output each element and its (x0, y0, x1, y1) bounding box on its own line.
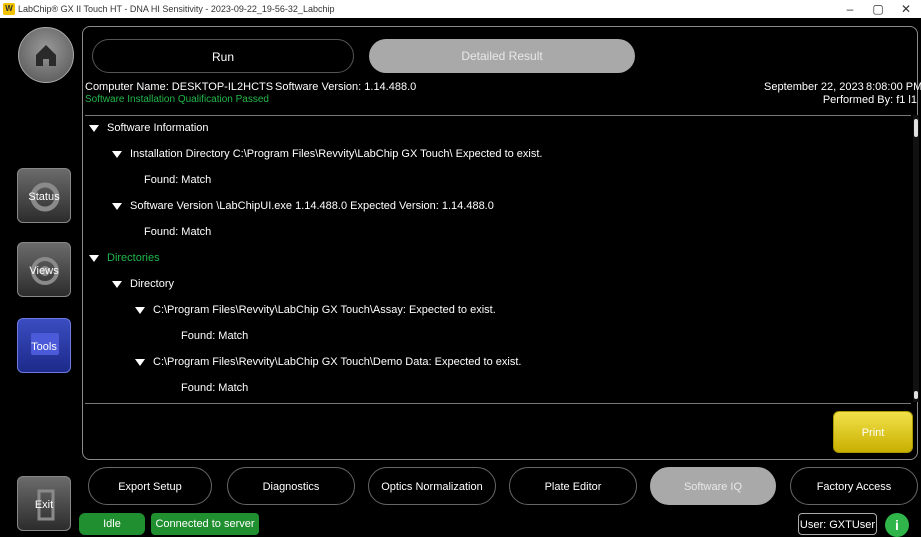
performed-by: Performed By: f1 l1 (822, 94, 917, 106)
tree-node-found: Found: Match (144, 226, 212, 238)
expand-triangle-icon[interactable] (112, 150, 122, 158)
tree-node-found: Found: Match (144, 174, 212, 186)
user-badge[interactable]: User: GXTUser (798, 513, 877, 535)
sidebar-item-tools[interactable]: Tools (17, 318, 71, 373)
tree-node-found: Found: Match (181, 382, 249, 394)
home-button[interactable] (18, 27, 74, 83)
tab-run[interactable]: Run (92, 39, 354, 73)
tree-node-installation-directory[interactable]: Installation Directory C:\Program Files\… (112, 148, 542, 160)
app-logo-icon: W (3, 3, 15, 15)
tab-factory-access[interactable]: Factory Access (790, 467, 918, 505)
info-icon[interactable]: i (885, 513, 909, 537)
tree-node-found: Found: Match (181, 330, 249, 342)
tab-plate-editor[interactable]: Plate Editor (509, 467, 637, 505)
expand-triangle-icon[interactable] (89, 254, 99, 262)
report-time: 8:08:00 PM (866, 81, 921, 93)
tree-node-assay-directory[interactable]: C:\Program Files\Revvity\LabChip GX Touc… (135, 304, 496, 316)
connection-status-badge: Connected to server (151, 513, 259, 535)
expand-triangle-icon[interactable] (135, 306, 145, 314)
sidebar-item-label: Views (29, 265, 59, 277)
title-bar: W LabChip® GX II Touch HT - DNA HI Sensi… (0, 0, 921, 18)
result-tree: Software Information Installation Direct… (85, 115, 911, 404)
close-button[interactable]: ✕ (892, 1, 920, 17)
software-version: Software Version: 1.14.488.0 (275, 81, 417, 93)
status-idle-badge: Idle (79, 513, 145, 535)
minimize-button[interactable]: – (836, 1, 864, 17)
qualification-status: Software Installation Qualification Pass… (85, 94, 269, 105)
window-title: LabChip® GX II Touch HT - DNA HI Sensiti… (18, 4, 335, 14)
sidebar-item-exit[interactable]: Exit (17, 476, 71, 531)
maximize-button[interactable]: ▢ (864, 1, 892, 17)
tab-optics-normalization[interactable]: Optics Normalization (368, 467, 496, 505)
tree-node-directories[interactable]: Directories (89, 252, 160, 264)
sidebar-item-views[interactable]: Views (17, 242, 71, 297)
tree-node-directory[interactable]: Directory (112, 278, 174, 290)
tree-node-demo-data-directory[interactable]: C:\Program Files\Revvity\LabChip GX Touc… (135, 356, 521, 368)
expand-triangle-icon[interactable] (112, 202, 122, 210)
expand-triangle-icon[interactable] (89, 124, 99, 132)
sidebar-item-status[interactable]: Status (17, 168, 71, 223)
expand-triangle-icon[interactable] (135, 358, 145, 366)
tree-scrollbar[interactable] (913, 115, 919, 402)
home-icon (36, 45, 56, 66)
tree-node-software-information[interactable]: Software Information (89, 122, 209, 134)
tab-export-setup[interactable]: Export Setup (88, 467, 212, 505)
sidebar-item-label: Tools (31, 341, 57, 353)
expand-triangle-icon[interactable] (112, 280, 122, 288)
sidebar-item-label: Exit (34, 499, 54, 511)
tab-detailed-result[interactable]: Detailed Result (369, 39, 635, 73)
tab-software-iq[interactable]: Software IQ (650, 467, 776, 505)
computer-name: Computer Name: DESKTOP-IL2HCTS (85, 81, 274, 93)
print-button[interactable]: Print (833, 411, 913, 453)
tab-diagnostics[interactable]: Diagnostics (227, 467, 355, 505)
sidebar-item-label: Status (28, 191, 60, 203)
report-date: September 22, 2023 (764, 81, 864, 93)
tree-node-software-version[interactable]: Software Version \LabChipUI.exe 1.14.488… (112, 200, 494, 212)
